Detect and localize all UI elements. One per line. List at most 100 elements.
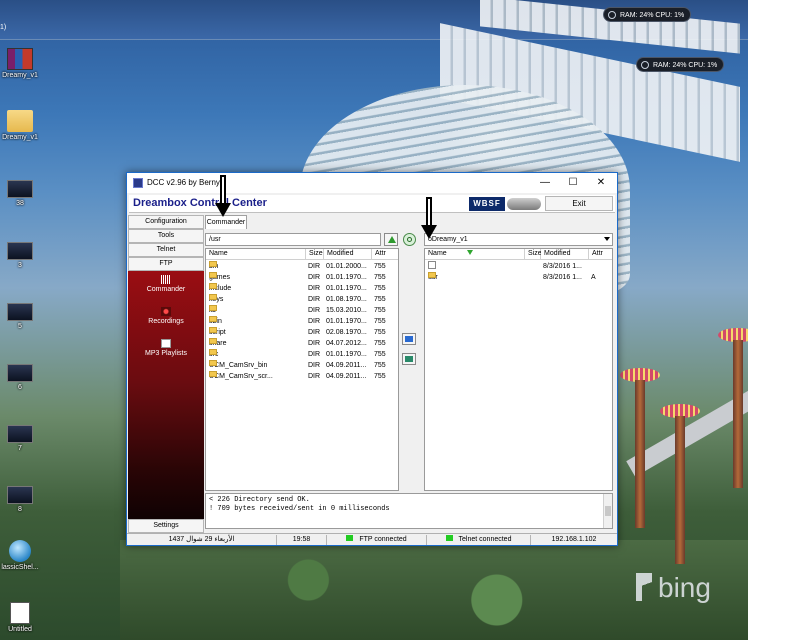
column-header-label: Name <box>428 250 447 257</box>
desktop-icon-untitled[interactable]: Untitled <box>0 602 40 633</box>
parent-directory-button[interactable] <box>384 233 398 246</box>
status-ftp-label: FTP connected <box>359 536 407 543</box>
sidebar-ftp-button[interactable]: FTP <box>128 257 204 271</box>
sidebar-item-mp3-playlists[interactable]: MP3 Playlists <box>128 339 204 357</box>
close-button[interactable]: ✕ <box>587 173 615 193</box>
desktop-icon-screenshot[interactable]: 5 <box>0 303 40 330</box>
file-row[interactable]: share DIR 04.07.2012... 755 <box>206 338 398 349</box>
file-row[interactable]: UCM_CamSrv_scr... DIR 04.09.2011... 755 <box>206 371 398 382</box>
column-header-size[interactable]: Size <box>306 249 324 260</box>
file-row[interactable]: script DIR 02.08.1970... 755 <box>206 327 398 338</box>
file-name-text: UCM_CamSrv_bin <box>209 362 268 369</box>
sidebar-configuration-button[interactable]: Configuration <box>128 215 204 229</box>
file-row[interactable]: games DIR 01.01.1970... 755 <box>206 272 398 283</box>
desktop-label-fragment: 1) <box>0 24 7 31</box>
desktop-icon-screenshot[interactable]: 7 <box>0 425 40 452</box>
file-attr: 755 <box>374 263 386 270</box>
screenshot-icon <box>7 180 33 198</box>
console-scrollbar[interactable] <box>603 494 612 528</box>
wallpaper-supertree <box>718 328 748 488</box>
file-modified: 01.01.1970... <box>326 285 367 292</box>
copy-right-button[interactable] <box>402 333 416 345</box>
file-row[interactable]: srcDIR 01.01.1970... 755 <box>206 349 398 360</box>
left-path-field[interactable]: /usr <box>205 233 381 246</box>
sidebar: Configuration Tools Telnet FTP Commander… <box>128 215 204 535</box>
console-line: ! 709 bytes received/sent in 0 milliseco… <box>209 505 390 513</box>
ftp-console-log[interactable]: < 226 Directory send OK. ! 709 bytes rec… <box>205 493 613 529</box>
right-path-dropdown[interactable]: oDreamy_v1 <box>424 233 613 246</box>
file-row[interactable]: include DIR 01.01.1970... 755 <box>206 283 398 294</box>
file-row[interactable]: binDIR 01.01.2000... 755 <box>206 261 398 272</box>
file-row[interactable]: UCM_CamSrv_bin DIR 04.09.2011... 755 <box>206 360 398 371</box>
column-header-modified[interactable]: Modified <box>541 249 589 260</box>
ftp-panel: Commander Recordings MP3 Playlists <box>128 271 204 519</box>
document-icon <box>10 602 30 624</box>
up-arrow-icon <box>388 236 396 243</box>
sidebar-item-label: Commander <box>146 286 186 293</box>
file-row[interactable]: usr 8/3/2016 1... A <box>425 272 612 283</box>
exit-button[interactable]: Exit <box>545 196 613 211</box>
monitor-gauge-icon <box>608 11 616 19</box>
file-attr: 755 <box>374 296 386 303</box>
desktop-icon-label: Untitled <box>8 626 32 633</box>
screenshot-icon <box>7 242 33 260</box>
file-attr: 755 <box>374 318 386 325</box>
desktop-icon-screenshot[interactable]: 3 <box>0 242 40 269</box>
file-attr: 755 <box>374 307 386 314</box>
desktop-icon-screenshot[interactable]: 38 <box>0 180 40 207</box>
copy-left-button[interactable] <box>402 353 416 365</box>
settings-button[interactable]: Settings <box>128 519 204 533</box>
sidebar-item-recordings[interactable]: Recordings <box>128 307 204 325</box>
right-file-list[interactable]: Name Size Modified Attr ..8/3/2016 1...u… <box>424 248 613 491</box>
desktop-icon-screenshot[interactable]: 8 <box>0 486 40 513</box>
screenshot-icon <box>7 425 33 443</box>
file-size: DIR <box>308 285 321 292</box>
column-header-name[interactable]: Name <box>206 249 306 260</box>
file-size: DIR <box>308 296 321 303</box>
refresh-button[interactable] <box>403 233 416 246</box>
minimize-button[interactable]: — <box>531 173 559 193</box>
desktop-icon-dreamy-archive[interactable]: Dreamy_v1 <box>0 48 40 79</box>
scrollbar-thumb[interactable] <box>605 506 611 516</box>
file-name: keys <box>209 294 306 305</box>
refresh-icon <box>407 237 412 242</box>
sort-indicator-icon <box>466 250 473 255</box>
system-monitor-widget[interactable]: RAM: 24% CPU: 1% <box>603 7 692 22</box>
desktop-icon-label: 38 <box>16 200 24 207</box>
maximize-button[interactable]: ☐ <box>559 173 587 193</box>
file-name-text: UCM_CamSrv_scr... <box>209 373 273 380</box>
sidebar-item-commander[interactable]: Commander <box>128 275 204 293</box>
commander-icon <box>161 275 171 284</box>
ftp-status-led-icon <box>346 535 354 541</box>
file-row[interactable]: sbinDIR 01.01.1970... 755 <box>206 316 398 327</box>
sidebar-telnet-button[interactable]: Telnet <box>128 243 204 257</box>
sidebar-item-label: MP3 Playlists <box>144 350 187 357</box>
folder-icon <box>209 316 217 322</box>
column-header-size[interactable]: Size <box>525 249 542 260</box>
file-name: sbin <box>209 316 306 327</box>
file-size: DIR <box>308 307 321 314</box>
file-row[interactable]: libDIR 15.03.2010... 755 <box>206 305 398 316</box>
file-row[interactable]: .. 8/3/2016 1... <box>425 261 612 272</box>
column-header-attr[interactable]: Attr <box>589 249 612 260</box>
file-modified: 01.01.1970... <box>326 351 367 358</box>
file-size: DIR <box>308 329 321 336</box>
desktop-icon-dreamy-folder[interactable]: Dreamy_v1 <box>0 110 40 141</box>
sidebar-tools-button[interactable]: Tools <box>128 229 204 243</box>
window-titlebar[interactable]: DCC v2.96 by BernyR — ☐ ✕ <box>127 173 617 193</box>
file-attr: A <box>591 274 596 281</box>
file-modified: 01.01.1970... <box>326 274 367 281</box>
copy-left-arrow-icon <box>405 356 413 362</box>
system-monitor-widget[interactable]: RAM: 24% CPU: 1% <box>636 57 725 72</box>
wallpaper-supertree <box>660 404 700 564</box>
window-title: DCC v2.96 by BernyR <box>147 178 226 187</box>
column-header-attr[interactable]: Attr <box>372 249 398 260</box>
column-header-name[interactable]: Name <box>425 249 525 260</box>
sidebar-item-label: Recordings <box>148 318 184 325</box>
desktop-icon-classic-shell[interactable]: lassicShel... <box>0 540 40 571</box>
left-file-list[interactable]: Name Size Modified Attr binDIR01.01.2000… <box>205 248 399 491</box>
console-line: < 226 Directory send OK. <box>209 496 310 504</box>
file-row[interactable]: keysDIR 01.08.1970... 755 <box>206 294 398 305</box>
column-header-modified[interactable]: Modified <box>324 249 372 260</box>
desktop-icon-screenshot[interactable]: 6 <box>0 364 40 391</box>
